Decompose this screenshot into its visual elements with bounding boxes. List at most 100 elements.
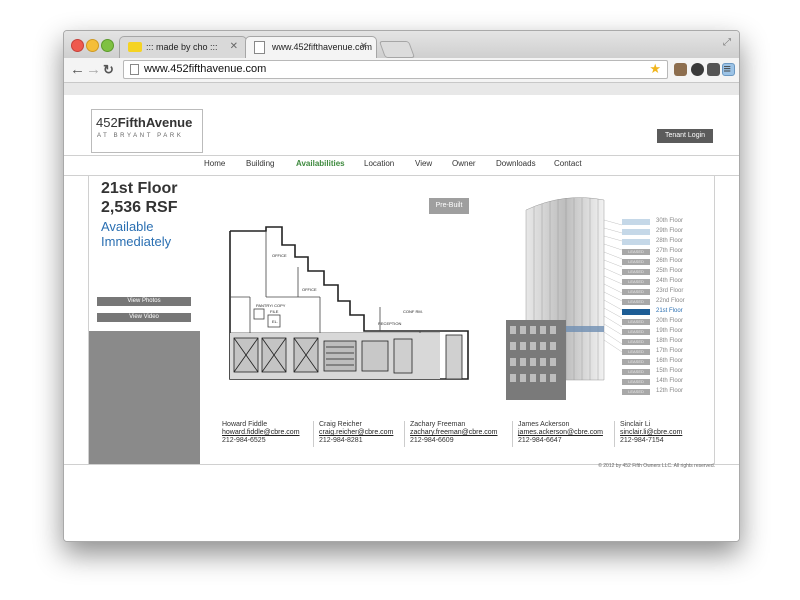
nav-home[interactable]: Home: [204, 159, 225, 168]
contact-sinclair-li: Sinclair Li sinclair.li@cbre.com 212-984…: [620, 421, 682, 445]
contact-divider: [313, 421, 314, 447]
contact-howard-fiddle: Howard Fiddle howard.fiddle@cbre.com 212…: [222, 421, 300, 445]
availability-status: Available Immediately: [101, 219, 172, 249]
close-window-button[interactable]: [71, 39, 84, 52]
floor-row-16[interactable]: LEASED 16th Floor: [622, 358, 722, 366]
site-logo[interactable]: 452FifthAvenue AT BRYANT PARK: [91, 109, 203, 153]
contact-divider: [512, 421, 513, 447]
contact-phone: 212-984-7154: [620, 437, 664, 444]
plan-label-office: OFFICE: [272, 253, 287, 258]
floor-row-19[interactable]: LEASED 19th Floor: [622, 328, 722, 336]
contact-email-link[interactable]: sinclair.li@cbre.com: [620, 429, 682, 436]
plan-label-reception: RECEPTION: [378, 321, 401, 326]
contact-name: James Ackerson: [518, 421, 570, 428]
tab-title: ::: made by cho :::: [146, 42, 218, 52]
contact-craig-reicher: Craig Reicher craig.reicher@cbre.com 212…: [319, 421, 393, 445]
contact-email-link[interactable]: howard.fiddle@cbre.com: [222, 429, 300, 436]
plan-label-conf: CONF RM.: [403, 309, 423, 314]
camera-extension-icon[interactable]: [707, 63, 720, 76]
tab-452fifthavenue[interactable]: www.452fifthavenue.com ✕: [245, 36, 377, 58]
floor-row-27[interactable]: LEASED 27th Floor: [622, 248, 722, 256]
extension-icon[interactable]: [691, 63, 704, 76]
contact-divider: [614, 421, 615, 447]
forward-arrow-icon[interactable]: →: [86, 61, 101, 78]
nav-owner[interactable]: Owner: [452, 159, 476, 168]
minimize-window-button[interactable]: [86, 39, 99, 52]
floor-row-24[interactable]: LEASED 24th Floor: [622, 278, 722, 286]
contact-zachary-freeman: Zachary Freeman zachary.freeman@cbre.com…: [410, 421, 498, 445]
browser-toolbar: ← → ↻ www.452fifthavenue.com ★ ≡: [64, 58, 739, 83]
plan-label-el: EL.: [272, 319, 278, 324]
zoom-window-button[interactable]: [101, 39, 114, 52]
contact-name: Howard Fiddle: [222, 421, 268, 428]
fullscreen-icon[interactable]: ⤢: [723, 37, 731, 48]
reload-icon[interactable]: ↻: [103, 61, 114, 78]
plan-label-office: OFFICE: [302, 287, 317, 292]
view-video-button[interactable]: View Video: [97, 313, 191, 322]
nav-availabilities[interactable]: Availabilities: [296, 159, 345, 168]
tab-close-icon[interactable]: ✕: [360, 41, 368, 52]
floor-title: 21st Floor: [101, 180, 178, 197]
floor-row-20[interactable]: LEASED 20th Floor: [622, 318, 722, 326]
floor-row-14[interactable]: LEASED 14th Floor: [622, 378, 722, 386]
contact-email-link[interactable]: craig.reicher@cbre.com: [319, 429, 393, 436]
floor-row-23[interactable]: LEASED 23rd Floor: [622, 288, 722, 296]
contact-phone: 212-984-6525: [222, 437, 266, 444]
web-page: 452FifthAvenue AT BRYANT PARK Tenant Log…: [64, 95, 739, 541]
floor-row-17[interactable]: LEASED 17th Floor: [622, 348, 722, 356]
menu-icon[interactable]: ≡: [723, 61, 731, 76]
floor-row-12[interactable]: LEASED 12th Floor: [622, 388, 722, 396]
nav-location[interactable]: Location: [364, 159, 394, 168]
floor-row-29[interactable]: 29th Floor: [622, 228, 722, 236]
browser-window: ::: made by cho ::: ✕ www.452fifthavenue…: [63, 30, 740, 542]
back-arrow-icon[interactable]: ←: [70, 61, 85, 78]
tab-close-icon[interactable]: ✕: [230, 41, 238, 52]
floor-row-28[interactable]: 28th Floor: [622, 238, 722, 246]
address-bar[interactable]: www.452fifthavenue.com ★: [123, 60, 668, 79]
tab-title: www.452fifthavenue.com: [272, 42, 373, 52]
page-top-bar: [64, 83, 739, 95]
tab-favicon-icon: [128, 42, 142, 52]
header-divider: [64, 155, 739, 156]
floor-row-30[interactable]: 30th Floor: [622, 218, 722, 226]
floor-row-21-selected[interactable]: 21st Floor: [622, 308, 722, 316]
logo-tagline: AT BRYANT PARK: [97, 133, 184, 139]
contact-email-link[interactable]: zachary.freeman@cbre.com: [410, 429, 498, 436]
address-url: www.452fifthavenue.com: [144, 63, 267, 75]
floor-row-18[interactable]: LEASED 18th Floor: [622, 338, 722, 346]
nav-downloads[interactable]: Downloads: [496, 159, 536, 168]
tenant-login-button[interactable]: Tenant Login: [657, 129, 713, 143]
floor-plan-image: OFFICE OFFICE PANTRY/ COPY FILE EL. CONF…: [229, 226, 469, 380]
contact-email-link[interactable]: james.ackerson@cbre.com: [518, 429, 603, 436]
page-icon: [130, 64, 139, 75]
contact-divider: [404, 421, 405, 447]
contact-name: Zachary Freeman: [410, 421, 466, 428]
nav-view[interactable]: View: [415, 159, 432, 168]
bookmark-star-icon[interactable]: ★: [649, 61, 661, 77]
title-bar: ::: made by cho ::: ✕ www.452fifthavenue…: [64, 31, 739, 58]
contact-james-ackerson: James Ackerson james.ackerson@cbre.com 2…: [518, 421, 603, 445]
view-photos-button[interactable]: View Photos: [97, 297, 191, 306]
floor-row-15[interactable]: LEASED 15th Floor: [622, 368, 722, 376]
nav-contact[interactable]: Contact: [554, 159, 582, 168]
contact-phone: 212-984-6647: [518, 437, 562, 444]
building-rendering-image: [506, 197, 622, 400]
copyright-footer: © 2012 by 452 Fifth Owners LLC. All righ…: [598, 463, 715, 469]
nav-building[interactable]: Building: [246, 159, 274, 168]
panel-gray-block: [88, 331, 200, 464]
new-tab-button[interactable]: [378, 41, 416, 58]
floor-rsf: 2,536 RSF: [101, 199, 178, 216]
contact-name: Craig Reicher: [319, 421, 362, 428]
floor-row-22[interactable]: LEASED 22nd Floor: [622, 298, 722, 306]
left-rule: [88, 175, 89, 465]
contact-phone: 212-984-8281: [319, 437, 363, 444]
logo-name: FifthAvenue: [117, 115, 193, 130]
page-icon: [254, 41, 265, 54]
floor-row-25[interactable]: LEASED 25th Floor: [622, 268, 722, 276]
extension-icon[interactable]: [674, 63, 687, 76]
plan-label-file: FILE: [270, 309, 279, 314]
contact-phone: 212-984-6609: [410, 437, 454, 444]
tab-made-by-cho[interactable]: ::: made by cho ::: ✕: [119, 36, 247, 58]
floor-row-26[interactable]: LEASED 26th Floor: [622, 258, 722, 266]
plan-label-pantry: PANTRY/ COPY: [256, 303, 286, 308]
